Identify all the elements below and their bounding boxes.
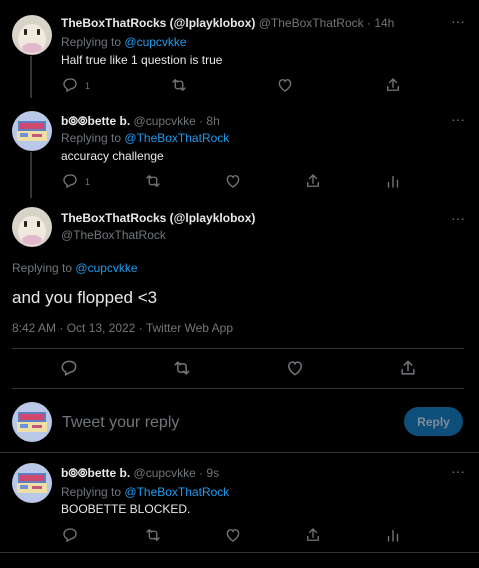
tweet-time[interactable]: · 14h <box>367 16 394 30</box>
replying-to-link[interactable]: @TheBoxThatRock <box>124 131 229 145</box>
retweet-icon[interactable] <box>170 76 188 94</box>
divider <box>12 348 464 349</box>
author-line: b⦾⦾bette b. @cupcvkke · 9s <box>61 466 219 481</box>
replying-label: Replying to <box>61 131 122 145</box>
tweet-text: accuracy challenge <box>61 149 164 163</box>
like-icon[interactable] <box>285 358 305 378</box>
author-name[interactable]: b⦾⦾bette b. <box>61 114 130 128</box>
thread-line <box>30 56 32 98</box>
reply-icon[interactable] <box>61 526 79 544</box>
tweet-timestamp[interactable]: 8:42 AM · Oct 13, 2022 · Twitter Web App <box>12 321 233 335</box>
share-icon[interactable] <box>398 358 418 378</box>
share-icon[interactable] <box>384 76 402 94</box>
more-icon[interactable]: ··· <box>451 463 465 479</box>
reply-button[interactable]: Reply <box>404 407 463 436</box>
replying-to-link[interactable]: @cupcvkke <box>75 261 137 275</box>
like-icon[interactable] <box>224 526 242 544</box>
like-icon[interactable] <box>276 76 294 94</box>
avatar[interactable] <box>12 15 52 55</box>
more-icon[interactable]: ··· <box>451 13 465 29</box>
thread-line <box>30 152 32 198</box>
avatar[interactable] <box>12 111 52 151</box>
reply-input[interactable] <box>62 412 382 434</box>
retweet-icon[interactable] <box>144 172 162 190</box>
reply-count: 1 <box>85 177 91 187</box>
avatar <box>12 402 52 442</box>
share-icon[interactable] <box>304 526 322 544</box>
avatar[interactable] <box>12 463 52 503</box>
replying-label: Replying to <box>61 35 122 49</box>
tweet-text: Half true like 1 question is true <box>61 53 223 67</box>
author-line: b⦾⦾bette b. @cupcvkke · 8h <box>61 114 220 129</box>
retweet-icon[interactable] <box>144 526 162 544</box>
tweet-time[interactable]: · 8h <box>199 114 220 128</box>
analytics-icon[interactable] <box>384 172 402 190</box>
reply-count: 1 <box>85 81 91 91</box>
reply-icon[interactable] <box>61 172 79 190</box>
retweet-icon[interactable] <box>172 358 192 378</box>
tweet-time[interactable]: · 9s <box>199 466 219 480</box>
replying-to: Replying to @cupcvkke <box>12 261 138 275</box>
replying-to-link[interactable]: @TheBoxThatRock <box>124 485 229 499</box>
share-icon[interactable] <box>304 172 322 190</box>
author-name[interactable]: TheBoxThatRocks (@lplayklobox) <box>61 16 255 30</box>
author-name[interactable]: TheBoxThatRocks (@lplayklobox) <box>61 211 255 225</box>
like-icon[interactable] <box>224 172 242 190</box>
tweet-text: and you flopped <3 <box>12 288 158 307</box>
reply-icon[interactable] <box>59 358 79 378</box>
author-handle[interactable]: @cupcvkke <box>134 114 196 128</box>
author-handle[interactable]: @cupcvkke <box>134 466 196 480</box>
more-icon[interactable]: ··· <box>451 210 465 226</box>
tweet-text: BOOBETTE BLOCKED. <box>61 502 191 516</box>
reply-icon[interactable] <box>61 76 79 94</box>
divider <box>0 552 479 553</box>
replying-to: Replying to @TheBoxThatRock <box>61 131 229 145</box>
replying-label: Replying to <box>12 261 73 275</box>
analytics-icon[interactable] <box>384 526 402 544</box>
replying-label: Replying to <box>61 485 122 499</box>
author-name[interactable]: b⦾⦾bette b. <box>61 466 130 480</box>
author-handle[interactable]: @TheBoxThatRock <box>61 228 166 242</box>
divider <box>12 388 464 389</box>
author-line: TheBoxThatRocks (@lplayklobox) @TheBoxTh… <box>61 16 394 30</box>
replying-to-link[interactable]: @cupcvkke <box>124 35 186 49</box>
author-handle[interactable]: @TheBoxThatRock <box>259 16 364 30</box>
divider <box>0 452 479 453</box>
replying-to: Replying to @cupcvkke <box>61 35 187 49</box>
avatar[interactable] <box>12 207 52 247</box>
more-icon[interactable]: ··· <box>451 111 465 127</box>
replying-to: Replying to @TheBoxThatRock <box>61 485 229 499</box>
